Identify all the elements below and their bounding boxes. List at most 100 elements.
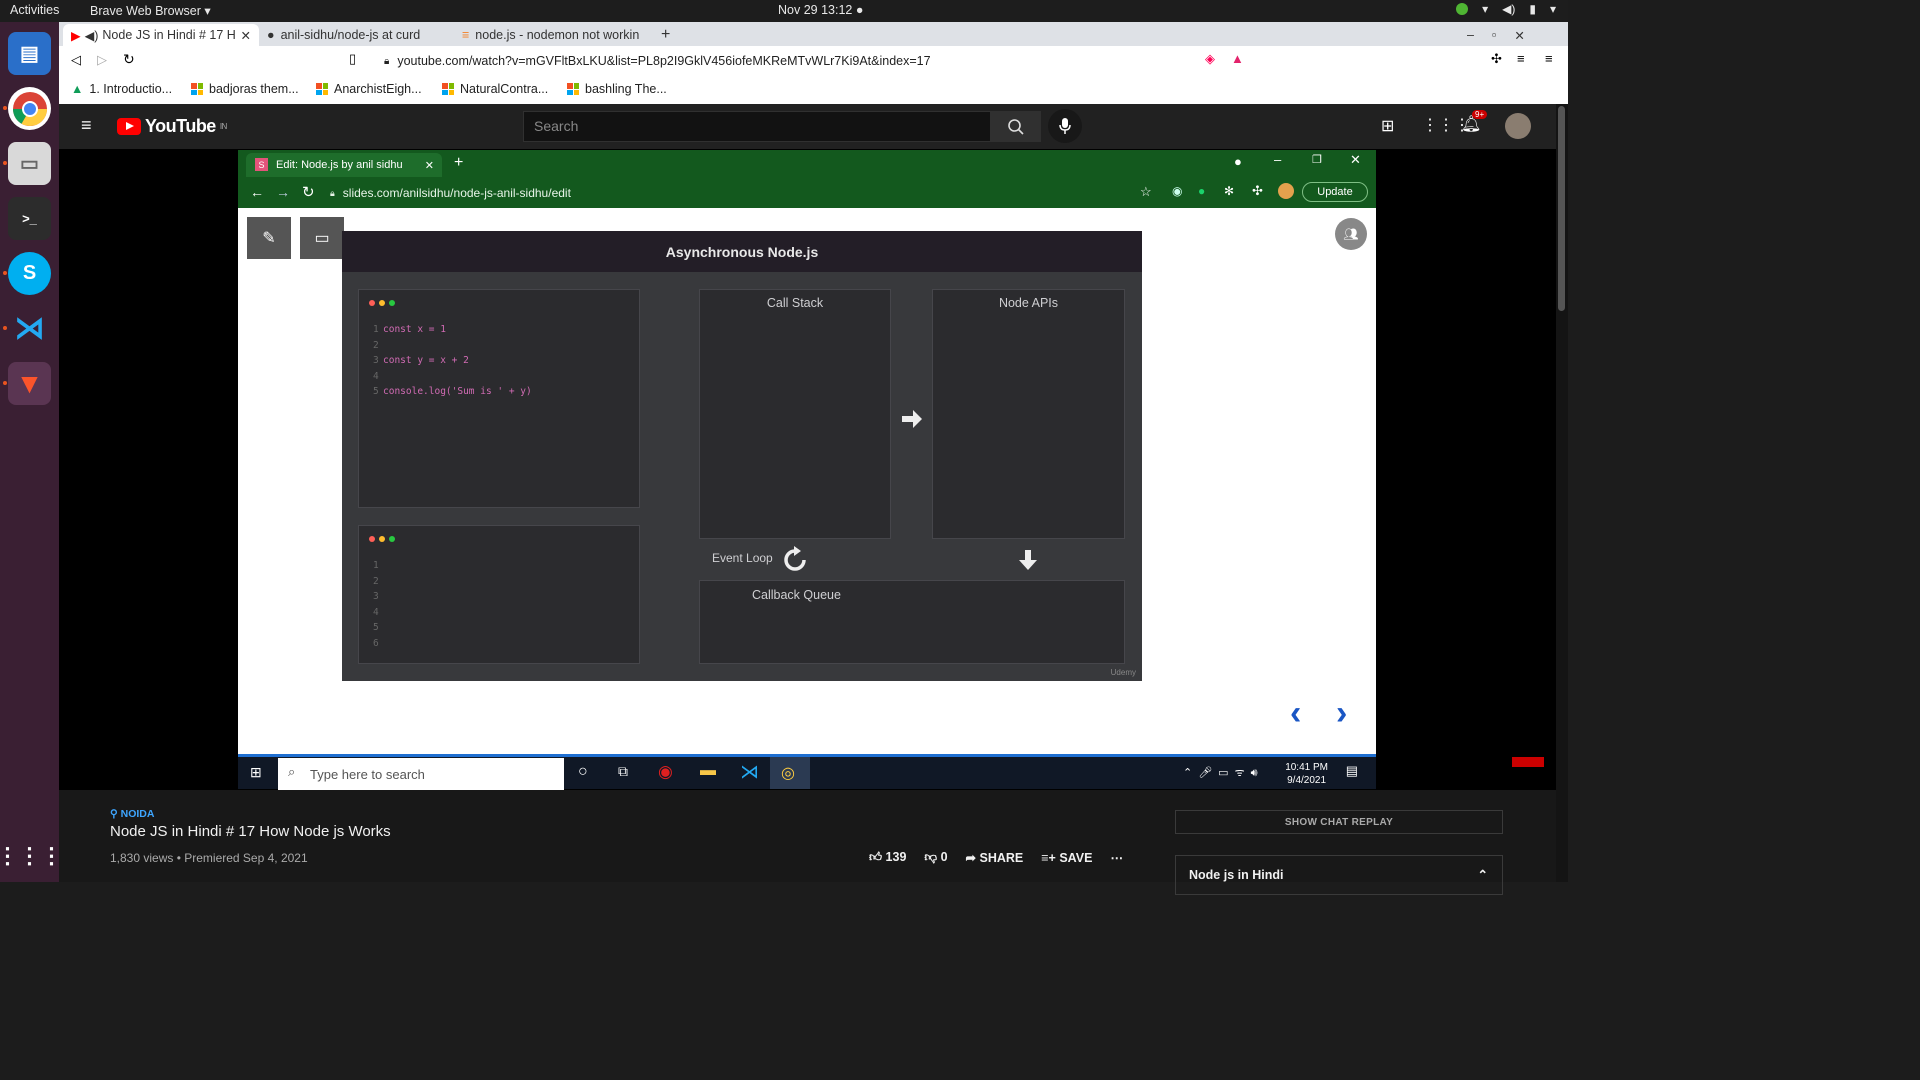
arrow-down-icon: [1019, 550, 1037, 570]
create-video-icon[interactable]: ⊞: [1381, 116, 1394, 136]
call-stack-title: Call Stack: [766, 296, 824, 310]
youtube-header: ≡ YouTube IN Search ⊞ ⋮⋮⋮ 🔔︎ 9+: [59, 104, 1556, 149]
microsoft-icon: [567, 83, 579, 95]
star-icon: ☆: [1140, 184, 1152, 199]
running-indicator: [3, 271, 7, 275]
search-button[interactable]: [991, 111, 1041, 142]
brave-icon[interactable]: ▼: [8, 362, 51, 405]
recorder-icon: ◉: [658, 762, 673, 781]
tab-label: Node JS in Hindi # 17 H: [102, 28, 236, 42]
chrome-icon[interactable]: [8, 87, 51, 130]
running-indicator: [3, 161, 7, 165]
system-top-bar: Activities Brave Web Browser ▾ Nov 29 13…: [0, 0, 1568, 22]
windows-start-icon: ⊞: [250, 764, 262, 780]
bookmark-item[interactable]: NaturalContra...: [442, 82, 548, 96]
node-apis-title: Node APIs: [998, 296, 1059, 310]
terminal-icon[interactable]: >_: [8, 197, 51, 240]
close-window-icon[interactable]: ✕: [1514, 28, 1524, 43]
vscode-icon[interactable]: ⋊: [8, 307, 51, 350]
youtube-favicon-icon: ▶: [71, 28, 81, 43]
share-button[interactable]: ➦ SHARE: [966, 850, 1024, 865]
tab-youtube[interactable]: ▶ ◀) Node JS in Hindi # 17 H ✕: [63, 24, 259, 46]
page-scrollbar[interactable]: [1556, 104, 1568, 882]
playlist-panel[interactable]: Node js in Hindi ⌃: [1175, 855, 1503, 895]
new-tab-icon: +: [454, 154, 464, 171]
writer-icon[interactable]: ▤: [8, 32, 51, 75]
video-meta: 1,830 views • Premiered Sep 4, 2021: [110, 851, 308, 865]
activities-button[interactable]: Activities: [10, 3, 59, 17]
bookmarks-bar: ▲ 1. Introductio... badjoras them... Anar…: [59, 76, 1568, 104]
code-line: 1 const x = 1: [373, 324, 446, 335]
tab-stackoverflow[interactable]: ≡ node.js - nodemon not workin: [454, 24, 649, 46]
window-lights: [369, 300, 395, 306]
save-button[interactable]: ≡+ SAVE: [1041, 851, 1092, 865]
tab-strip: ▶ ◀) Node JS in Hindi # 17 H ✕ ● anil-si…: [59, 22, 1568, 46]
search-input[interactable]: Search: [523, 111, 991, 142]
event-loop-label: Event Loop: [712, 551, 773, 565]
address-bar[interactable]: 🔒︎ youtube.com/watch?v=mGVFltBxLKU&list=…: [374, 49, 1249, 73]
brave-shield-icon[interactable]: ◈: [1205, 51, 1215, 67]
app-grid-icon[interactable]: ⋮⋮⋮: [0, 834, 63, 877]
arrow-right-icon: [902, 410, 922, 428]
grammarly-icon: ●: [1198, 184, 1206, 198]
show-chat-replay-button[interactable]: SHOW CHAT REPLAY: [1175, 810, 1503, 834]
running-indicator: [3, 381, 7, 385]
github-icon: ●: [267, 28, 275, 42]
reload-icon: ↻: [302, 184, 315, 201]
tab-github[interactable]: ● anil-sidhu/node-js at curd: [259, 24, 449, 46]
new-tab-button[interactable]: +: [653, 24, 677, 46]
slide-title: Asynchronous Node.js: [342, 231, 1142, 272]
cortana-icon: ○: [578, 763, 588, 780]
extensions-icon[interactable]: ✣: [1491, 51, 1502, 67]
back-icon[interactable]: ◁: [71, 52, 81, 68]
forward-icon[interactable]: ▷: [97, 52, 107, 68]
playlist-title: Node js in Hindi: [1189, 868, 1284, 882]
menu-icon[interactable]: ≡: [1545, 51, 1553, 66]
hamburger-icon[interactable]: ≡: [81, 115, 92, 136]
bookmark-icon[interactable]: ▯: [349, 51, 356, 67]
thumbs-up-icon: 👍︎: [869, 850, 886, 864]
loop-icon: [784, 546, 806, 571]
playlist-icon[interactable]: ≡: [1517, 51, 1525, 66]
call-stack-panel: Call Stack: [699, 289, 891, 539]
prev-slide-icon: ‹: [1290, 694, 1302, 732]
chevron-down-icon: ▾: [1549, 2, 1556, 16]
dislike-button[interactable]: 👎︎ 0: [924, 850, 947, 865]
extension-icon: ◉: [1172, 184, 1183, 198]
bookmark-item[interactable]: bashling The...: [567, 82, 667, 96]
bookmark-item[interactable]: AnarchistEigh...: [316, 82, 422, 96]
location-link[interactable]: ⚲ NOIDA: [110, 808, 154, 820]
lock-icon: 🔒︎: [384, 55, 390, 67]
lock-icon: 🔒︎: [330, 187, 335, 198]
thumbs-down-icon: 👎︎: [924, 850, 941, 864]
running-indicator: [3, 106, 7, 110]
video-actions: 👍︎ 139 👎︎ 0 ➦ SHARE ≡+ SAVE ⋯: [869, 850, 1123, 865]
app-menu[interactable]: Brave Web Browser ▾: [90, 3, 211, 18]
youtube-logo[interactable]: YouTube IN: [117, 116, 227, 137]
bookmark-item[interactable]: ▲ 1. Introductio...: [71, 82, 172, 96]
restore-icon[interactable]: ▫: [1492, 28, 1496, 42]
system-clock[interactable]: Nov 29 13:12 ●: [778, 3, 863, 17]
avatar[interactable]: [1505, 113, 1531, 139]
reload-icon[interactable]: ↻: [123, 51, 135, 68]
close-icon[interactable]: ✕: [241, 28, 251, 43]
more-actions-icon[interactable]: ⋯: [1110, 850, 1123, 865]
voice-search-button[interactable]: [1048, 109, 1082, 143]
scrollbar-thumb[interactable]: [1558, 106, 1565, 311]
react-icon: ✻: [1224, 184, 1235, 198]
windows-taskbar: ⊞ ⌕ Type here to search ○ ⧉ ◉ ▬ ⋊ ◎ ⌃🎤︎▭…: [238, 754, 1376, 790]
files-icon[interactable]: ▭: [8, 142, 51, 185]
video-player[interactable]: S Edit: Node.js by anil sidhu ✕ + ● – ❐ …: [59, 149, 1556, 790]
bookmark-item[interactable]: badjoras them...: [191, 82, 299, 96]
subscribe-watermark[interactable]: [1512, 757, 1544, 767]
like-button[interactable]: 👍︎ 139: [869, 850, 906, 865]
youtube-play-icon: [117, 118, 141, 135]
brave-rewards-icon[interactable]: ▲: [1231, 51, 1244, 66]
browser-chrome: ▶ ◀) Node JS in Hindi # 17 H ✕ ● anil-si…: [59, 22, 1568, 104]
code-line: 4: [373, 370, 379, 382]
chevron-up-icon[interactable]: ⌃: [1478, 867, 1488, 882]
minimize-icon[interactable]: –: [1467, 28, 1474, 42]
restore-icon: ❐: [1312, 154, 1322, 166]
skype-icon[interactable]: S: [8, 252, 51, 295]
system-tray[interactable]: ▾ ◀) ▮ ▾: [1456, 2, 1556, 16]
